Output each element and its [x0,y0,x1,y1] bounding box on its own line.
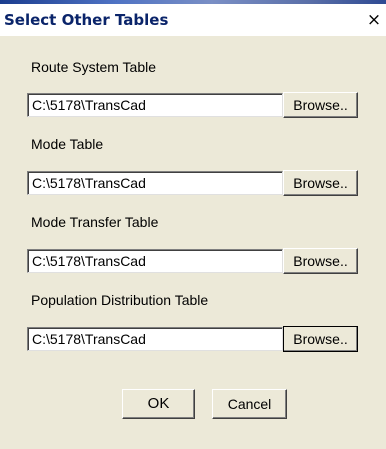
mode-transfer-table-value: C:\5178\TransCad [32,253,146,269]
mode-transfer-table-label: Mode Transfer Table [31,214,159,230]
dialog-title: Select Other Tables [4,11,169,29]
ok-button[interactable]: OK [122,389,195,419]
mode-transfer-table-input[interactable]: C:\5178\TransCad [27,249,283,273]
mode-table-value: C:\5178\TransCad [32,175,146,191]
population-distribution-browse-button[interactable]: Browse.. [283,326,358,352]
close-icon[interactable]: × [364,10,384,30]
dialog-body: Route System Table C:\5178\TransCad Brow… [0,36,386,449]
cancel-button[interactable]: Cancel [212,389,287,419]
route-system-table-label: Route System Table [31,59,157,75]
mode-transfer-browse-button[interactable]: Browse.. [283,248,358,274]
mode-table-label: Mode Table [31,136,104,152]
route-system-table-value: C:\5178\TransCad [32,97,146,113]
population-distribution-table-label: Population Distribution Table [31,292,209,308]
route-system-table-input[interactable]: C:\5178\TransCad [27,93,283,117]
route-system-browse-button[interactable]: Browse.. [283,92,358,118]
mode-table-browse-button[interactable]: Browse.. [283,170,358,196]
population-distribution-table-input[interactable]: C:\5178\TransCad [27,327,283,351]
mode-table-input[interactable]: C:\5178\TransCad [27,171,283,195]
dialog-titlebar[interactable]: Select Other Tables × [0,4,386,36]
population-distribution-table-value: C:\5178\TransCad [32,331,146,347]
